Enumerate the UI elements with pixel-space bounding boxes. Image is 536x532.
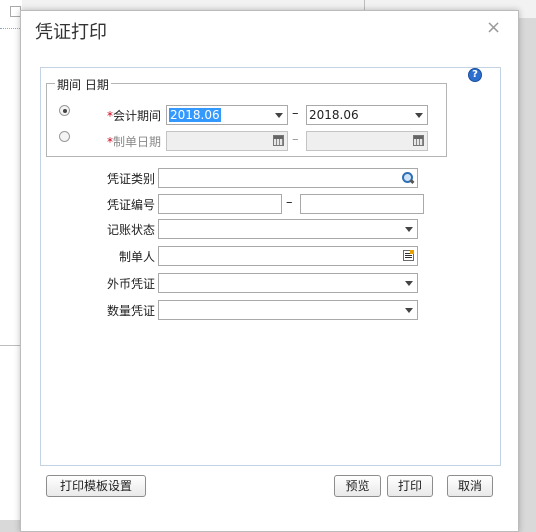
group-legend: 期间 日期 — [55, 76, 111, 93]
range-separator: – — [292, 106, 299, 121]
foreign-currency-voucher-select[interactable] — [158, 273, 418, 293]
quantity-voucher-select[interactable] — [158, 300, 418, 320]
voucher-number-to-input[interactable] — [300, 194, 424, 214]
voucher-date-to-input[interactable] — [306, 131, 428, 151]
radio-accounting-period[interactable] — [59, 105, 70, 116]
chevron-down-icon — [405, 227, 413, 232]
background-divider — [0, 345, 22, 346]
accounting-period-from-value: 2018.06 — [169, 108, 221, 122]
background-app-pane — [0, 0, 22, 520]
accounting-period-from-select[interactable]: 2018.06 — [166, 105, 288, 125]
print-button[interactable]: 打印 — [387, 475, 433, 497]
cancel-button[interactable]: 取消 — [447, 475, 493, 497]
range-separator: – — [292, 132, 299, 147]
accounting-period-to-value: 2018.06 — [309, 108, 359, 122]
dialog-title: 凭证打印 — [35, 22, 107, 43]
background-divider — [0, 28, 22, 29]
calendar-icon[interactable] — [413, 135, 424, 146]
preparer-label: 制单人 — [119, 250, 156, 264]
quantity-voucher-label: 数量凭证 — [107, 304, 156, 318]
voucher-type-label: 凭证类别 — [107, 172, 156, 186]
voucher-print-dialog: 凭证打印 × ? 期间 日期 *会计期间 2018.06 – 2018.06 *… — [20, 10, 519, 532]
help-icon[interactable]: ? — [468, 68, 482, 82]
foreign-currency-voucher-label: 外币凭证 — [107, 277, 156, 291]
preview-button[interactable]: 预览 — [334, 475, 381, 497]
accounting-period-to-select[interactable]: 2018.06 — [306, 105, 428, 125]
search-icon[interactable] — [402, 172, 415, 184]
posting-status-label: 记账状态 — [107, 223, 156, 237]
voucher-type-input[interactable] — [158, 168, 418, 188]
chevron-down-icon — [415, 113, 423, 118]
chevron-down-icon — [405, 308, 413, 313]
voucher-date-label: *制单日期 — [107, 135, 162, 149]
voucher-date-from-input[interactable] — [166, 131, 288, 151]
preparer-input[interactable] — [158, 246, 418, 266]
voucher-number-from-input[interactable] — [158, 194, 282, 214]
range-separator: – — [286, 195, 293, 210]
accounting-period-label: *会计期间 — [107, 109, 162, 123]
chevron-down-icon — [275, 113, 283, 118]
print-template-settings-button[interactable]: 打印模板设置 — [46, 475, 146, 497]
voucher-number-label: 凭证编号 — [107, 198, 156, 212]
list-icon[interactable] — [403, 250, 414, 261]
calendar-icon[interactable] — [273, 135, 284, 146]
close-icon[interactable]: × — [486, 17, 501, 38]
posting-status-select[interactable] — [158, 219, 418, 239]
print-options-panel: ? 期间 日期 *会计期间 2018.06 – 2018.06 *制单日期 – — [40, 67, 501, 466]
radio-voucher-date[interactable] — [59, 131, 70, 142]
period-date-group: 期间 日期 *会计期间 2018.06 – 2018.06 *制单日期 – — [46, 76, 447, 157]
chevron-down-icon — [405, 281, 413, 286]
